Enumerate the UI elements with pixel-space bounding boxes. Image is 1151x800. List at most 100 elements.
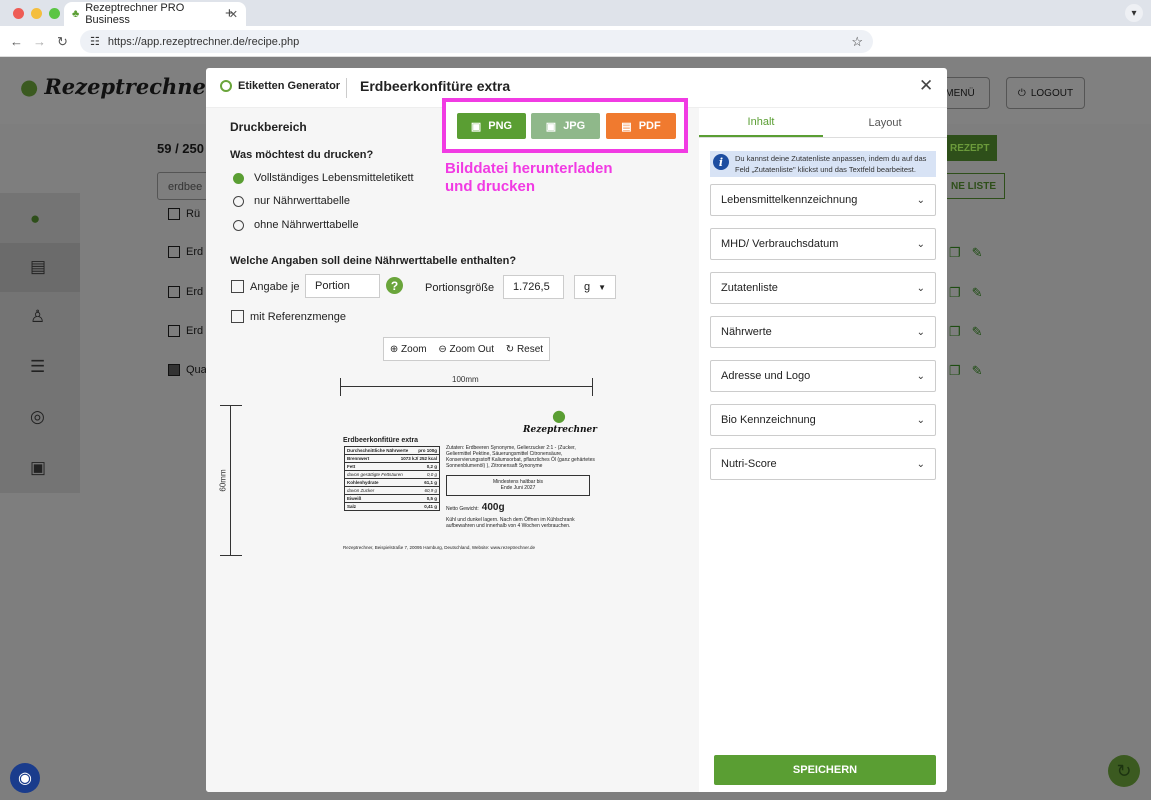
section-naehrwerte[interactable]: Nährwerte ⌄ — [710, 316, 936, 348]
back-icon[interactable]: ← — [10, 34, 23, 49]
chevron-down-icon: ⌄ — [916, 238, 925, 250]
new-tab-icon[interactable]: + — [225, 5, 234, 22]
table-row: davon Zucker 60,9 g — [345, 488, 439, 495]
reset-button[interactable]: ↻ Reset — [506, 344, 543, 355]
zoom-in-button[interactable]: ⊕ Zoom — [390, 344, 427, 355]
row-actions[interactable]: ❐ ✎ — [949, 363, 983, 379]
address-bar[interactable]: ☷ https://app.rezeptrechner.de/recipe.ph… — [80, 30, 873, 53]
list-item[interactable]: Erd — [168, 325, 203, 337]
reload-icon[interactable]: ↻ — [57, 34, 68, 50]
radio-without-nutrition[interactable]: ohne Nährwerttabelle — [233, 219, 359, 231]
dimension-tick — [340, 378, 341, 396]
modal-title: Erdbeerkonfitüre extra — [360, 78, 511, 94]
settings-panel: Inhalt Layout i Du kannst deine Zutatenli… — [699, 108, 947, 792]
help-icon[interactable]: ? — [386, 277, 403, 294]
site-settings-icon[interactable]: ☷ — [90, 35, 100, 48]
close-window-icon[interactable] — [13, 8, 24, 19]
window-controls[interactable] — [13, 8, 60, 19]
radio-full-label[interactable]: Vollständiges Lebensmitteletikett — [233, 172, 414, 184]
forward-icon[interactable]: → — [33, 34, 46, 49]
browser-tab[interactable]: ♣ Rezeptrechner PRO Business ✕ — [64, 2, 246, 26]
info-box: i Du kannst deine Zutatenliste anpassen, … — [710, 151, 936, 177]
logout-button[interactable]: ⏻ LOGOUT — [1006, 77, 1085, 109]
chevron-down-icon: ⌄ — [916, 458, 925, 470]
width-dimension-label: 100mm — [452, 375, 479, 384]
section-lebensmittelkennzeichnung[interactable]: Lebensmittelkennzeichnung ⌄ — [710, 184, 936, 216]
label-storage: Kühl und dunkel lagern. Nach dem Öffnen … — [446, 517, 575, 529]
label-generator-modal: Etiketten Generator Erdbeerkonfitüre ext… — [206, 68, 947, 792]
dimension-tick — [220, 555, 242, 556]
user-icon[interactable]: ♙ — [30, 307, 45, 327]
row-actions[interactable]: ❐ ✎ — [949, 285, 983, 301]
list-item[interactable]: Erd — [168, 286, 203, 298]
copy-icon: ❐ — [949, 245, 961, 260]
minimize-window-icon[interactable] — [31, 8, 42, 19]
table-row: Durchschnittliche Nährwerte pro 100g — [345, 448, 439, 455]
recipe-icon[interactable]: ▤ — [30, 257, 46, 277]
fingerprint-icon[interactable]: ◉ — [10, 763, 40, 793]
portion-size-input[interactable]: 1.726,5 — [503, 275, 564, 299]
download-note: Bilddatei herunterladen und drucken — [445, 160, 613, 195]
width-dimension-line — [340, 386, 593, 387]
section-bio[interactable]: Bio Kennzeichnung ⌄ — [710, 404, 936, 436]
shopping-list-button[interactable]: NE LISTE — [942, 173, 1006, 199]
section-mhd[interactable]: MHD/ Verbrauchsdatum ⌄ — [710, 228, 936, 260]
height-dimension-label: 60mm — [218, 469, 228, 492]
pdf-download-button[interactable]: ▤ PDF — [606, 113, 676, 139]
label-logo: ● Rezeptrechner — [523, 406, 597, 435]
power-icon: ⏻ — [1017, 87, 1026, 99]
chevron-down-icon: ⌄ — [916, 414, 925, 426]
label-net-weight: Netto Gewicht: 400g — [446, 502, 505, 513]
list-icon[interactable]: ☰ — [30, 357, 45, 377]
reference-checkbox[interactable]: mit Referenzmenge — [231, 310, 346, 323]
image-icon: ▣ — [545, 120, 557, 133]
portion-input[interactable]: Portion — [305, 274, 380, 298]
list-item[interactable]: Rü — [168, 208, 200, 220]
caret-down-icon: ▼ — [598, 282, 606, 292]
bookmark-star-icon[interactable]: ☆ — [851, 34, 863, 50]
save-button[interactable]: SPEICHERN — [714, 755, 936, 785]
section-zutatenliste[interactable]: Zutatenliste ⌄ — [710, 272, 936, 304]
portion-size-label: Portionsgröße — [425, 282, 495, 294]
edit-icon: ✎ — [971, 285, 983, 300]
label-preview: ● Rezeptrechner Erdbeerkonfitüre extra Du… — [342, 406, 597, 556]
list-item[interactable]: Erd — [168, 246, 203, 258]
zoom-out-button[interactable]: ⊖ Zoom Out — [438, 344, 494, 355]
apple-logo-icon: ● — [552, 406, 566, 425]
section-nutri-score[interactable]: Nutri-Score ⌄ — [710, 448, 936, 480]
table-row: davon gesättigte Fettsäuren 0,0 g — [345, 472, 439, 479]
clipboard-icon[interactable]: ▣ — [30, 458, 46, 478]
tab-inhalt[interactable]: Inhalt — [699, 108, 823, 137]
tab-list-chevron-icon[interactable]: ▾ — [1125, 4, 1143, 22]
app-logo[interactable]: ● Rezeptrechner — [20, 74, 217, 99]
copy-icon: ❐ — [949, 324, 961, 339]
help-icon[interactable]: ● — [30, 209, 40, 229]
unit-select[interactable]: g ▼ — [574, 275, 616, 299]
chevron-down-icon: ⌄ — [916, 194, 925, 206]
row-actions[interactable]: ❐ ✎ — [949, 324, 983, 340]
dish-icon[interactable]: ◎ — [30, 407, 45, 427]
table-row: Kohlenhydrate 61,1 g — [345, 480, 439, 487]
edit-icon: ✎ — [971, 324, 983, 339]
maximize-window-icon[interactable] — [49, 8, 60, 19]
tab-layout[interactable]: Layout — [823, 108, 947, 137]
list-item[interactable]: Qua — [168, 364, 207, 376]
jpg-download-button[interactable]: ▣ JPG — [531, 113, 600, 139]
radio-nutrition-only[interactable]: nur Nährwerttabelle — [233, 195, 350, 207]
copy-icon: ❐ — [949, 285, 961, 300]
section-adresse-logo[interactable]: Adresse und Logo ⌄ — [710, 360, 936, 392]
chevron-down-icon: ⌄ — [916, 282, 925, 294]
per-portion-checkbox[interactable]: Angabe je — [231, 280, 300, 293]
png-download-button[interactable]: ▣ PNG — [457, 113, 526, 139]
row-actions[interactable]: ❐ ✎ — [949, 245, 983, 261]
table-row: Fett 0,2 g — [345, 464, 439, 471]
refresh-icon[interactable]: ↻ — [1108, 755, 1140, 787]
browser-tabbar: ♣ Rezeptrechner PRO Business ✕ + ▾ — [0, 0, 1151, 26]
nutrition-table: Durchschnittliche Nährwerte pro 100g Bren… — [344, 446, 440, 511]
zoom-toolbar: ⊕ Zoom ⊖ Zoom Out ↻ Reset — [383, 337, 550, 361]
close-modal-icon[interactable]: ✕ — [919, 76, 933, 96]
new-recipe-button[interactable]: REZEPT — [942, 135, 998, 161]
chevron-down-icon: ⌄ — [916, 370, 925, 382]
generator-label: Etiketten Generator — [220, 80, 340, 92]
generator-icon — [220, 80, 232, 92]
